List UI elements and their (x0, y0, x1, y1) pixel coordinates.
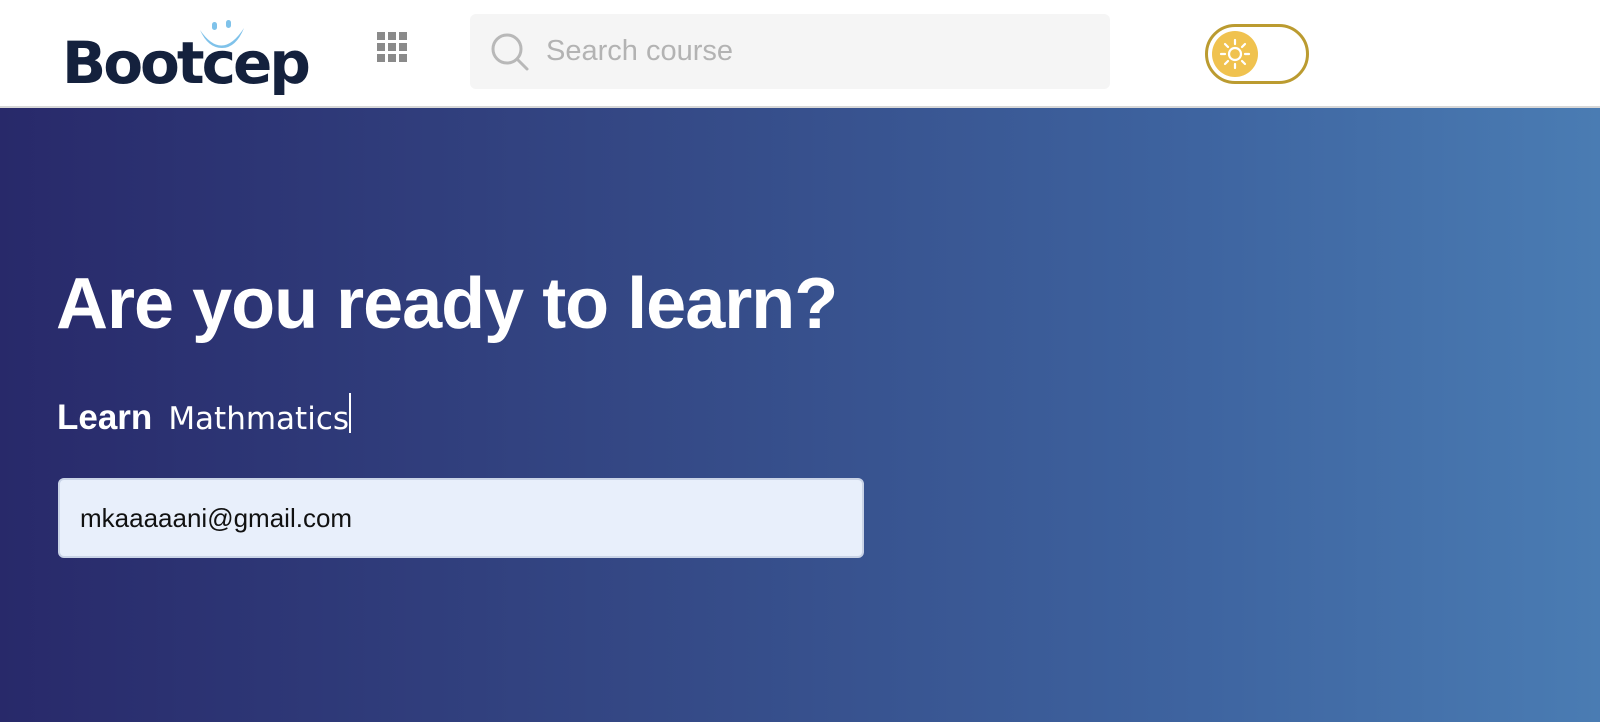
search-input[interactable] (546, 14, 1086, 89)
grid-apps-icon[interactable] (377, 32, 409, 64)
theme-toggle[interactable] (1205, 24, 1309, 84)
sun-icon (1219, 38, 1251, 70)
typing-caret (349, 393, 352, 433)
brand-logo[interactable]: Bootcep (62, 18, 311, 102)
hero-title: Are you ready to learn? (56, 264, 838, 344)
search-icon[interactable] (490, 32, 530, 72)
hero-section: Are you ready to learn? Learn Mathmatics (0, 108, 1600, 722)
email-field[interactable] (58, 478, 864, 558)
toggle-knob (1212, 31, 1258, 77)
search-bar (470, 14, 1110, 89)
learn-subject-text: Mathmatics (168, 401, 350, 437)
top-navbar: Bootcep (0, 0, 1600, 108)
logo-wordmark: Bootcep (62, 29, 311, 97)
learn-label: Learn (57, 398, 153, 437)
learn-typing-line: Learn Mathmatics (57, 393, 352, 438)
